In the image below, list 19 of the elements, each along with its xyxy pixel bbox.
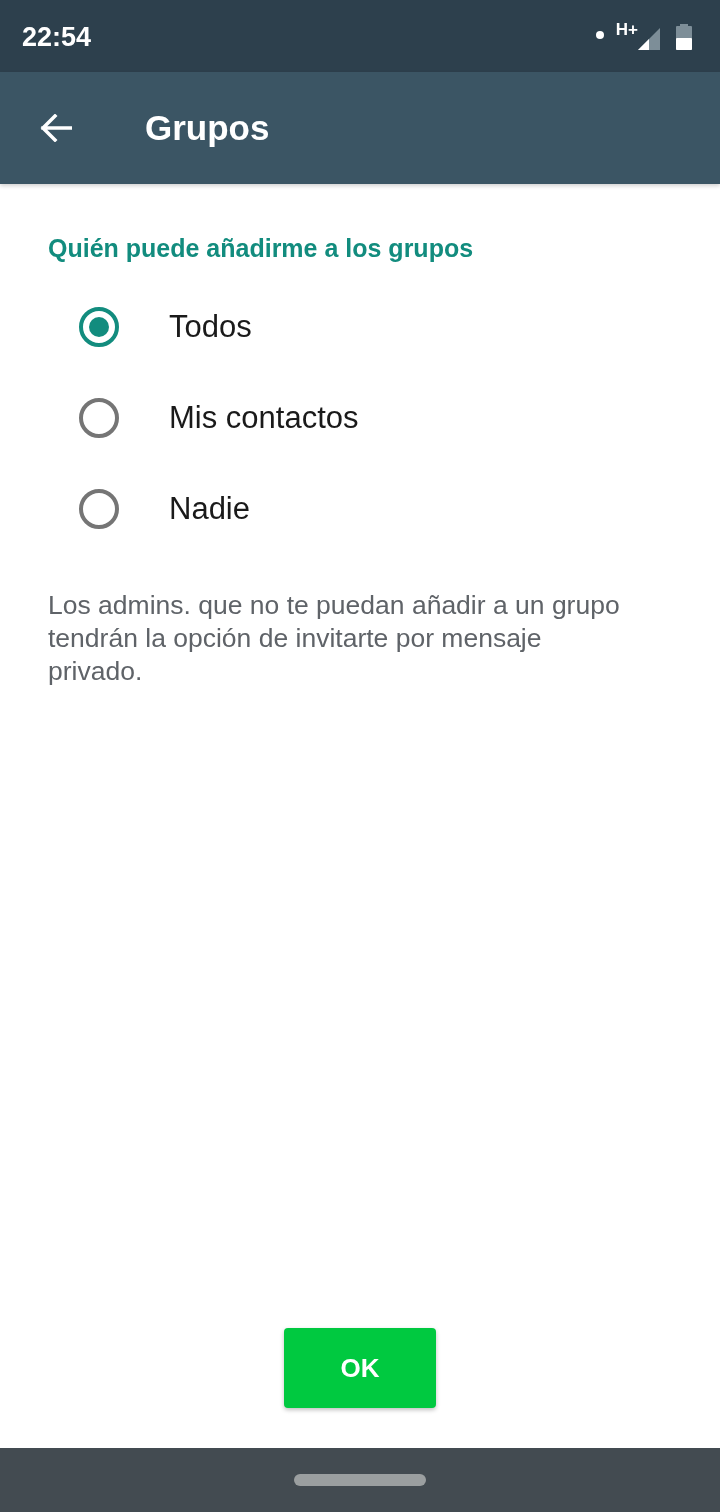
radio-icon[interactable]	[79, 488, 119, 529]
back-arrow-icon	[40, 114, 72, 142]
radio-option[interactable]: Nadie	[48, 463, 672, 554]
screen-title: Grupos	[145, 108, 270, 148]
home-handle[interactable]	[294, 1474, 426, 1486]
radio-icon[interactable]	[79, 306, 119, 347]
radio-option[interactable]: Todos	[48, 281, 672, 372]
clock-time: 22:54	[22, 21, 92, 53]
signal-icon	[638, 28, 660, 50]
option-label: Mis contactos	[169, 399, 359, 436]
option-label: Todos	[169, 308, 252, 345]
notification-dot-icon	[595, 31, 604, 39]
privacy-note: Los admins. que no te puedan añadir a un grupo tendrán la opción de invitarte por mensaje privado.	[48, 589, 621, 688]
option-label: Nadie	[169, 490, 250, 527]
section-heading: Quién puede añadirme a los grupos	[48, 234, 475, 263]
radio-option[interactable]: Mis contactos	[48, 372, 672, 463]
battery-icon	[676, 24, 692, 50]
network-type: H+	[615, 20, 638, 40]
radio-icon[interactable]	[79, 397, 119, 438]
